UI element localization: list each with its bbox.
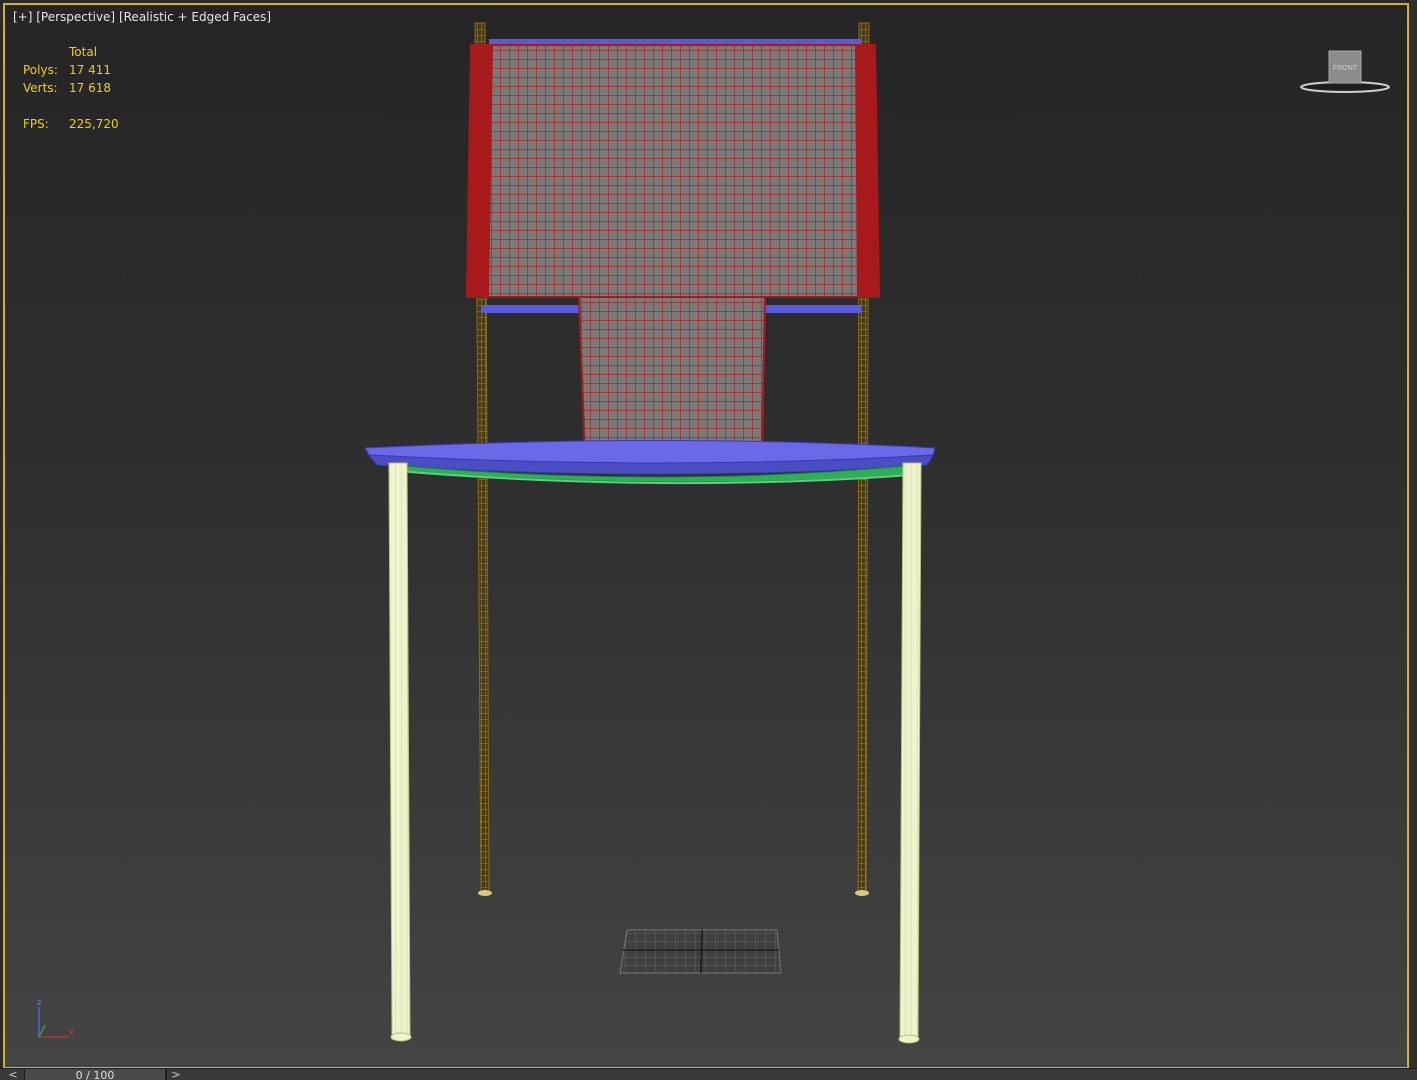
- viewport-edge: [1409, 0, 1417, 1068]
- previous-frame-button[interactable]: <: [4, 1069, 22, 1080]
- chair-model[interactable]: [5, 5, 1407, 1067]
- next-frame-button[interactable]: >: [166, 1069, 185, 1080]
- middle-rail-left[interactable]: [481, 305, 579, 313]
- viewcube[interactable]: FRONT: [1297, 47, 1393, 97]
- axis-x-label: x: [69, 1028, 74, 1037]
- time-slider-bar: < 0 / 100 >: [0, 1068, 1417, 1080]
- lumbar-strip[interactable]: [577, 296, 767, 456]
- axis-tripod: z x: [37, 998, 74, 1038]
- home-grid: [619, 929, 782, 974]
- axis-z-label: z: [37, 998, 41, 1007]
- front-leg-right[interactable]: [898, 462, 922, 1044]
- front-leg-left[interactable]: [388, 462, 412, 1042]
- time-slider[interactable]: 0 / 100: [24, 1069, 166, 1080]
- middle-rail-right[interactable]: [765, 305, 861, 313]
- backrest[interactable]: [465, 44, 881, 298]
- seat[interactable]: [364, 440, 936, 485]
- viewcube-front-label: FRONT: [1333, 65, 1358, 72]
- perspective-viewport[interactable]: [+] [Perspective] [Realistic + Edged Fac…: [3, 3, 1409, 1069]
